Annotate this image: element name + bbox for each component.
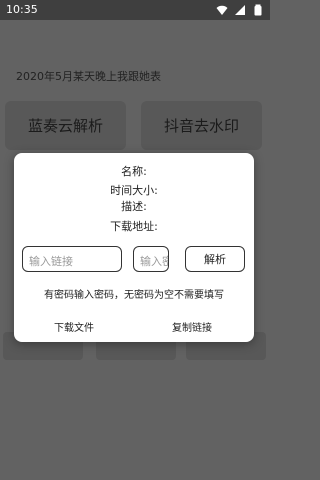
name-label: 名称: [121,165,147,178]
signal-icon [235,5,245,15]
lanzou-parse-button[interactable]: 蓝奏云解析 [5,101,126,150]
download-url-label: 下载地址: [110,220,158,233]
link-input[interactable]: 输入链接 [22,246,122,272]
douyin-watermark-button[interactable]: 抖音去水印 [141,101,262,150]
password-hint: 有密码输入密码，无密码为空不需要填写 [44,290,224,301]
background-headline: 2020年5月某天晚上我跟她表 [16,70,161,83]
status-icons [216,4,264,16]
password-input[interactable]: 输入密码 [133,246,169,272]
description-label: 描述: [121,200,147,213]
status-bar: 10:35 [0,0,270,20]
wifi-icon [216,5,228,15]
battery-icon [254,4,262,16]
parse-dialog: 名称: 时间大小: 描述: 下载地址: 输入链接 输入密码 解析 有密码输入密码… [14,153,254,342]
status-time: 10:35 [6,3,38,16]
parse-button[interactable]: 解析 [185,246,245,272]
download-file-button[interactable]: 下载文件 [54,319,94,334]
time-size-label: 时间大小: [110,184,158,197]
copy-link-button[interactable]: 复制链接 [172,319,212,334]
